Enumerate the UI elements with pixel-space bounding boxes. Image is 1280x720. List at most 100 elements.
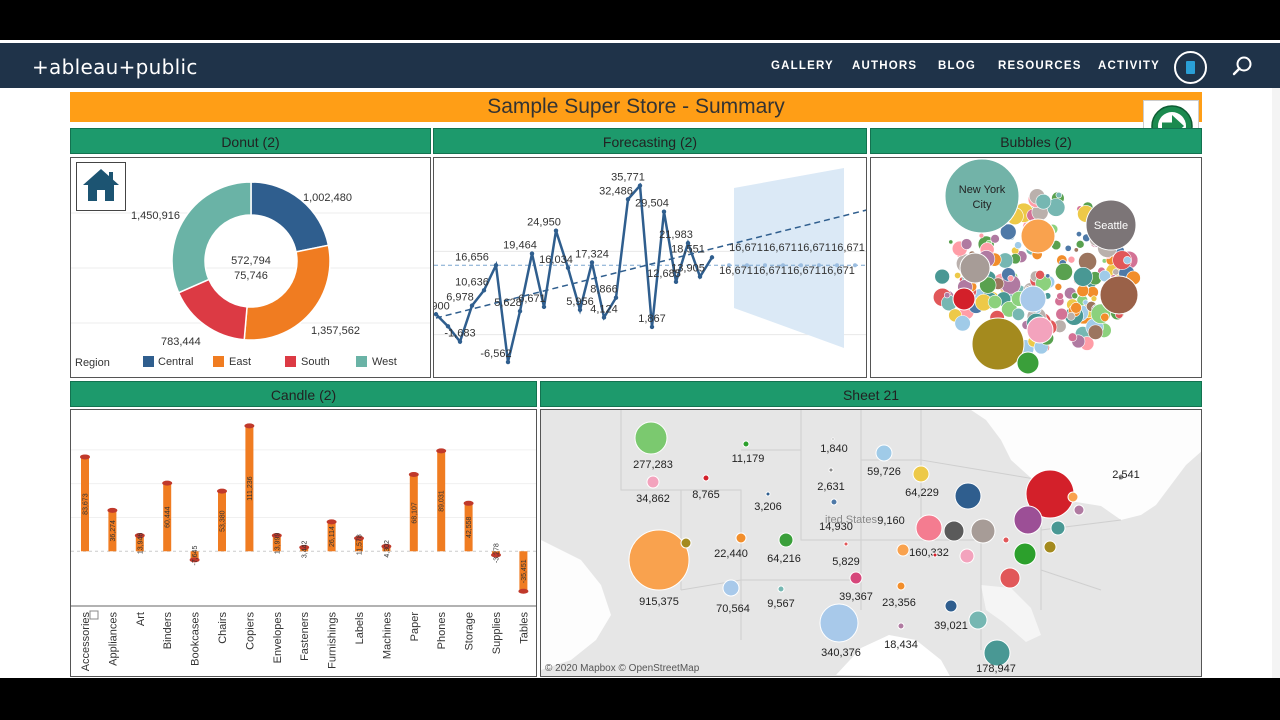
- bubble[interactable]: [1073, 247, 1079, 253]
- map-bubble[interactable]: [628, 529, 690, 591]
- map-bubble[interactable]: [1050, 520, 1066, 536]
- bubble[interactable]: [1112, 268, 1120, 276]
- candle-category-label[interactable]: Bookcases: [190, 612, 202, 666]
- bubble[interactable]: [1066, 312, 1076, 321]
- map-bubble[interactable]: [875, 444, 893, 462]
- bubble-green[interactable]: [1016, 351, 1040, 375]
- bubble[interactable]: [978, 232, 985, 239]
- map-bubble[interactable]: [999, 567, 1021, 589]
- map-bubble[interactable]: [932, 552, 938, 558]
- candle-category-label[interactable]: Appliances: [107, 612, 119, 666]
- bubble[interactable]: [1055, 307, 1068, 321]
- bubble[interactable]: [1090, 295, 1098, 302]
- map-bubble[interactable]: [765, 491, 771, 497]
- bubble[interactable]: [1035, 193, 1052, 210]
- forecast-point[interactable]: [649, 324, 655, 330]
- bubble[interactable]: [960, 238, 973, 250]
- search-icon[interactable]: [1232, 55, 1254, 77]
- bubble[interactable]: [1064, 244, 1072, 252]
- bubble[interactable]: [987, 294, 1002, 310]
- page-scrollbar[interactable]: [1272, 88, 1280, 678]
- forecast-point[interactable]: [529, 251, 535, 256]
- map-bubble[interactable]: [1002, 536, 1010, 544]
- bubble[interactable]: [1011, 307, 1025, 321]
- map-bubble[interactable]: [944, 599, 958, 613]
- map-bubble[interactable]: [646, 475, 660, 489]
- forecast-point[interactable]: [589, 260, 595, 265]
- bubble-pink[interactable]: [1026, 316, 1054, 344]
- candle-category-label[interactable]: Art: [135, 612, 147, 626]
- bubble-gray[interactable]: [959, 252, 991, 284]
- bubble[interactable]: [1100, 312, 1110, 322]
- bubble[interactable]: [1007, 275, 1015, 282]
- map-bubble[interactable]: [896, 581, 906, 591]
- bubble[interactable]: [954, 315, 971, 332]
- forecast-point[interactable]: [601, 315, 607, 320]
- expand-icon[interactable]: [89, 610, 99, 620]
- map-bubble[interactable]: [830, 498, 838, 506]
- bubble[interactable]: [1073, 267, 1093, 287]
- map-bubble[interactable]: [735, 532, 747, 544]
- bubble[interactable]: [1056, 292, 1064, 300]
- map-bubble[interactable]: [849, 571, 863, 585]
- forecast-point[interactable]: [673, 279, 679, 285]
- bubble[interactable]: [1055, 262, 1073, 281]
- map-bubble[interactable]: [1043, 540, 1057, 554]
- map-attribution[interactable]: © 2020 Mapbox © OpenStreetMap: [545, 663, 699, 674]
- forecast-point[interactable]: [613, 295, 619, 300]
- nav-gallery[interactable]: GALLERY: [771, 60, 834, 72]
- map-bubble[interactable]: [1067, 491, 1079, 503]
- bubble[interactable]: [1054, 283, 1063, 291]
- forecast-point[interactable]: [481, 288, 487, 293]
- us-map[interactable]: ited States 277,283 11,1791,8402,54159,72…: [541, 410, 1202, 677]
- bubble-brown[interactable]: [1099, 275, 1139, 315]
- legend-label-central[interactable]: Central: [158, 356, 193, 368]
- map-bubble[interactable]: [959, 548, 975, 564]
- bubble-orange[interactable]: [1020, 218, 1056, 254]
- map-bubble[interactable]: [742, 440, 750, 448]
- nav-authors[interactable]: AUTHORS: [852, 60, 917, 72]
- map-bubble[interactable]: [943, 520, 965, 542]
- bubble[interactable]: [1014, 241, 1022, 250]
- map-bubble[interactable]: [1013, 505, 1043, 535]
- forecast-point[interactable]: [493, 263, 499, 268]
- candle-category-label[interactable]: Chairs: [217, 612, 229, 644]
- home-button[interactable]: [76, 162, 126, 211]
- bubble[interactable]: [1035, 270, 1045, 280]
- forecast-point[interactable]: [553, 228, 559, 233]
- map-bubble[interactable]: [831, 437, 835, 441]
- bubble[interactable]: [1070, 302, 1082, 314]
- map-bubble[interactable]: [828, 467, 834, 473]
- candle-category-label[interactable]: Paper: [409, 612, 421, 642]
- map-bubble[interactable]: [954, 482, 982, 510]
- forecast-point[interactable]: [661, 209, 667, 214]
- map-bubble[interactable]: [897, 622, 905, 630]
- forecast-point[interactable]: [457, 339, 463, 344]
- bubble[interactable]: [934, 268, 950, 285]
- map-bubble[interactable]: [819, 603, 859, 643]
- candle-category-label[interactable]: Binders: [162, 612, 174, 650]
- bubble[interactable]: [1067, 255, 1076, 264]
- map-bubble[interactable]: [634, 421, 668, 455]
- bubble[interactable]: [943, 291, 951, 299]
- map-bubble[interactable]: [778, 532, 794, 548]
- bubble-red[interactable]: [952, 287, 976, 311]
- candle-category-label[interactable]: Fasteners: [299, 612, 311, 661]
- bubble-lightblue[interactable]: [1019, 285, 1047, 313]
- forecast-point[interactable]: [505, 359, 511, 365]
- map-bubble[interactable]: [968, 610, 988, 630]
- nav-resources[interactable]: RESOURCES: [998, 60, 1082, 72]
- map-bubble[interactable]: [680, 537, 692, 549]
- nav-blog[interactable]: BLOG: [938, 60, 976, 72]
- bubble[interactable]: [1123, 256, 1132, 265]
- legend-label-south[interactable]: South: [301, 356, 330, 368]
- tableau-public-logo[interactable]: +ableau+public: [32, 55, 198, 79]
- map-bubble[interactable]: [970, 518, 996, 544]
- forecast-point[interactable]: [469, 303, 475, 308]
- map-bubble[interactable]: [1013, 542, 1037, 566]
- candle-category-label[interactable]: Envelopes: [272, 612, 284, 664]
- forecast-point[interactable]: [517, 309, 523, 314]
- forecast-point[interactable]: [541, 304, 547, 310]
- candle-category-label[interactable]: Labels: [354, 612, 366, 645]
- bubble-large-olive[interactable]: [971, 317, 1025, 371]
